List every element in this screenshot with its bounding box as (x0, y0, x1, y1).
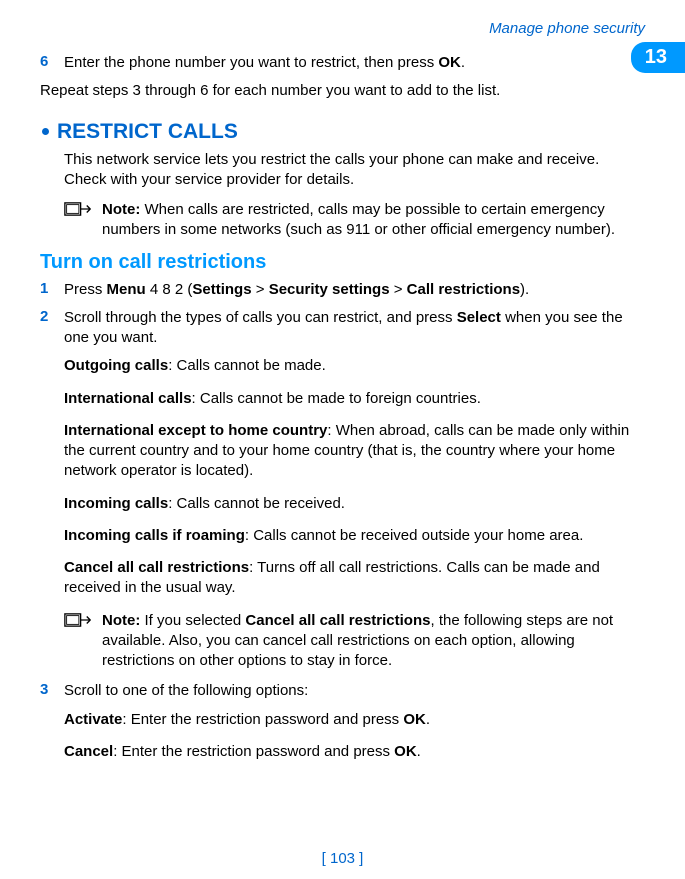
step-3-row: 3 Scroll to one of the following options… (40, 681, 635, 701)
note-icon (64, 202, 92, 228)
cancel-option: Cancel: Enter the restriction password a… (64, 742, 635, 762)
step-number: 2 (40, 308, 64, 325)
item-label: Cancel all call restrictions (64, 559, 249, 576)
bold-word: OK (394, 743, 417, 760)
note-icon (64, 613, 92, 639)
chapter-number-badge: 13 (631, 42, 685, 73)
step-number: 3 (40, 681, 64, 698)
turn-on-heading: Turn on call restrictions (40, 251, 635, 274)
note-label: Note: (102, 201, 140, 218)
bold-word: Settings (192, 281, 251, 298)
item-desc: : Calls cannot be made. (168, 357, 326, 374)
item-desc: : Calls cannot be received. (168, 495, 345, 512)
note-block-1: Note: When calls are restricted, calls m… (64, 200, 635, 241)
header-section-name: Manage phone security (30, 20, 655, 37)
text: Enter the phone number you want to restr… (64, 54, 438, 71)
repeat-instruction: Repeat steps 3 through 6 for each number… (40, 81, 635, 101)
incoming-calls-item: Incoming calls: Calls cannot be received… (64, 494, 635, 514)
step-number: 6 (40, 53, 64, 70)
text: Scroll through the types of calls you ca… (64, 309, 457, 326)
bold-word: OK (438, 54, 461, 71)
text: ). (520, 281, 529, 298)
step-text: Enter the phone number you want to restr… (64, 53, 635, 73)
note-text: Note: If you selected Cancel all call re… (102, 611, 635, 672)
bold-word: OK (403, 711, 426, 728)
bold-word: Select (457, 309, 501, 326)
text: . (426, 711, 430, 728)
restrict-intro: This network service lets you restrict t… (64, 150, 635, 191)
note-block-2: Note: If you selected Cancel all call re… (64, 611, 635, 672)
item-label: Incoming calls (64, 495, 168, 512)
bullet-icon (42, 128, 49, 135)
text: When calls are restricted, calls may be … (102, 201, 615, 238)
step-text: Scroll through the types of calls you ca… (64, 308, 635, 349)
international-except-home-item: International except to home country: Wh… (64, 421, 635, 482)
text: . (417, 743, 421, 760)
item-desc: : Calls cannot be made to foreign countr… (192, 390, 481, 407)
text: : Enter the restriction password and pre… (122, 711, 403, 728)
step-6-row: 6 Enter the phone number you want to res… (40, 53, 635, 73)
text: > (252, 281, 269, 298)
international-calls-item: International calls: Calls cannot be mad… (64, 389, 635, 409)
bold-word: Security settings (269, 281, 390, 298)
text: 4 8 2 ( (146, 281, 193, 298)
note-text: Note: When calls are restricted, calls m… (102, 200, 635, 241)
item-label: Outgoing calls (64, 357, 168, 374)
incoming-roaming-item: Incoming calls if roaming: Calls cannot … (64, 526, 635, 546)
bold-word: Call restrictions (407, 281, 520, 298)
bold-word: Menu (107, 281, 146, 298)
item-label: Cancel (64, 743, 113, 760)
step-text: Press Menu 4 8 2 (Settings > Security se… (64, 280, 635, 300)
heading-text: RESTRICT CALLS (57, 120, 238, 144)
step-1-row: 1 Press Menu 4 8 2 (Settings > Security … (40, 280, 635, 300)
text: If you selected (140, 612, 245, 629)
outgoing-calls-item: Outgoing calls: Calls cannot be made. (64, 356, 635, 376)
text: Press (64, 281, 107, 298)
restrict-calls-heading: RESTRICT CALLS (40, 120, 635, 144)
step-2-row: 2 Scroll through the types of calls you … (40, 308, 635, 349)
step-text: Scroll to one of the following options: (64, 681, 635, 701)
step-number: 1 (40, 280, 64, 297)
item-desc: : Calls cannot be received outside your … (245, 527, 584, 544)
page-number: [ 103 ] (0, 850, 685, 867)
item-label: Activate (64, 711, 122, 728)
item-label: International calls (64, 390, 192, 407)
activate-option: Activate: Enter the restriction password… (64, 710, 635, 730)
cancel-all-item: Cancel all call restrictions: Turns off … (64, 558, 635, 599)
text: . (461, 54, 465, 71)
note-label: Note: (102, 612, 140, 629)
item-label: Incoming calls if roaming (64, 527, 245, 544)
text: : Enter the restriction password and pre… (113, 743, 394, 760)
text: > (390, 281, 407, 298)
item-label: International except to home country (64, 422, 327, 439)
bold-word: Cancel all call restrictions (245, 612, 430, 629)
